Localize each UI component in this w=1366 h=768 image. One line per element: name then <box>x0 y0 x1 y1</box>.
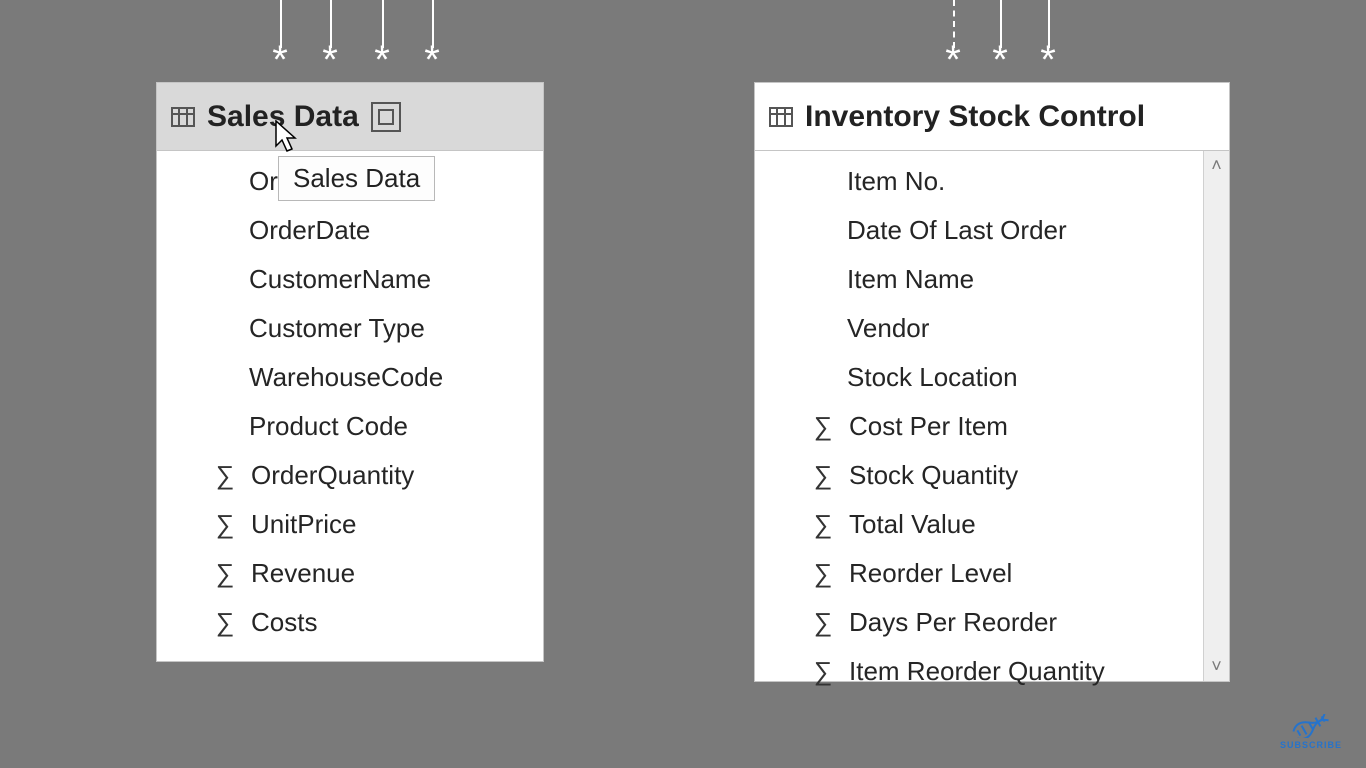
field-label: UnitPrice <box>251 509 356 540</box>
connector-line <box>953 0 955 48</box>
field-label: Vendor <box>847 313 929 344</box>
dna-icon <box>1291 714 1331 738</box>
scroll-down-icon[interactable]: ˅ <box>1211 652 1222 681</box>
sigma-icon: ∑ <box>811 411 835 442</box>
field-row[interactable]: Vendor <box>755 304 1203 353</box>
field-label: Total Value <box>849 509 976 540</box>
field-row[interactable]: ∑ Item Reorder Quantity <box>755 647 1203 696</box>
field-label: Item No. <box>847 166 945 197</box>
connector-line <box>330 0 332 48</box>
table-icon <box>769 105 793 129</box>
connector-many-icon: * <box>408 40 456 80</box>
field-row[interactable]: ∑ Cost Per Item <box>755 402 1203 451</box>
sigma-icon: ∑ <box>213 460 237 491</box>
field-label: Stock Quantity <box>849 460 1018 491</box>
field-row[interactable]: ∑ OrderQuantity <box>157 451 543 500</box>
connector-line <box>1048 0 1050 48</box>
scroll-up-icon[interactable]: ˄ <box>1211 151 1222 180</box>
field-label: Or <box>249 166 278 197</box>
field-row[interactable]: ∑ Costs <box>157 598 543 647</box>
connector-many-icon: * <box>976 40 1024 80</box>
field-label: WarehouseCode <box>249 362 443 393</box>
connector-line <box>1000 0 1002 48</box>
table-scrollbar[interactable]: ˄ ˅ <box>1203 151 1229 681</box>
sigma-icon: ∑ <box>213 607 237 638</box>
table-title: Inventory Stock Control <box>805 100 1145 134</box>
field-row[interactable]: ∑ Stock Quantity <box>755 451 1203 500</box>
table-title: Sales Data <box>207 100 359 134</box>
field-label: Customer Type <box>249 313 425 344</box>
field-row[interactable]: CustomerName <box>157 255 543 304</box>
connector-line <box>280 0 282 48</box>
sigma-icon: ∑ <box>811 509 835 540</box>
field-row[interactable]: Product Code <box>157 402 543 451</box>
sigma-icon: ∑ <box>811 558 835 589</box>
field-row[interactable]: ∑ UnitPrice <box>157 500 543 549</box>
relationship-connectors: * * * * * * * <box>0 0 1366 80</box>
connector-line <box>382 0 384 48</box>
field-row[interactable]: ∑ Reorder Level <box>755 549 1203 598</box>
field-label: Revenue <box>251 558 355 589</box>
table-card-inventory[interactable]: Inventory Stock Control Item No. Date Of … <box>754 82 1230 682</box>
field-label: Item Reorder Quantity <box>849 656 1105 687</box>
connector-many-icon: * <box>306 40 354 80</box>
field-row[interactable]: Customer Type <box>157 304 543 353</box>
tooltip: Sales Data <box>278 156 435 201</box>
field-label: Stock Location <box>847 362 1018 393</box>
subscribe-label: SUBSCRIBE <box>1280 740 1342 750</box>
field-label: Date Of Last Order <box>847 215 1067 246</box>
field-row[interactable]: ∑ Total Value <box>755 500 1203 549</box>
tooltip-text: Sales Data <box>293 163 420 193</box>
connector-many-icon: * <box>1024 40 1072 80</box>
connector-line <box>432 0 434 48</box>
table-field-list: Item No. Date Of Last Order Item Name Vendo… <box>755 151 1229 702</box>
connector-many-icon: * <box>256 40 304 80</box>
field-label: CustomerName <box>249 264 431 295</box>
field-row[interactable]: Item No. <box>755 157 1203 206</box>
field-row[interactable]: Item Name <box>755 255 1203 304</box>
field-label: OrderDate <box>249 215 370 246</box>
table-field-list: Or OrderDate CustomerName Customer Type Ware… <box>157 151 543 653</box>
sigma-icon: ∑ <box>811 607 835 638</box>
sigma-icon: ∑ <box>213 509 237 540</box>
field-row[interactable]: ∑ Days Per Reorder <box>755 598 1203 647</box>
field-row[interactable]: OrderDate <box>157 206 543 255</box>
table-header[interactable]: Inventory Stock Control <box>755 83 1229 151</box>
sigma-icon: ∑ <box>811 656 835 687</box>
table-header[interactable]: Sales Data <box>157 83 543 151</box>
field-row[interactable]: ∑ Revenue <box>157 549 543 598</box>
field-label: OrderQuantity <box>251 460 414 491</box>
field-label: Cost Per Item <box>849 411 1008 442</box>
field-label: Product Code <box>249 411 408 442</box>
table-mode-icon[interactable] <box>371 102 401 132</box>
field-row[interactable]: Stock Location <box>755 353 1203 402</box>
sigma-icon: ∑ <box>213 558 237 589</box>
subscribe-watermark: SUBSCRIBE <box>1280 714 1342 750</box>
field-label: Days Per Reorder <box>849 607 1057 638</box>
connector-many-icon: * <box>929 40 977 80</box>
field-label: Reorder Level <box>849 558 1012 589</box>
field-row[interactable]: WarehouseCode <box>157 353 543 402</box>
table-icon <box>171 105 195 129</box>
sigma-icon: ∑ <box>811 460 835 491</box>
field-row[interactable]: Date Of Last Order <box>755 206 1203 255</box>
field-label: Costs <box>251 607 317 638</box>
connector-many-icon: * <box>358 40 406 80</box>
field-label: Item Name <box>847 264 974 295</box>
